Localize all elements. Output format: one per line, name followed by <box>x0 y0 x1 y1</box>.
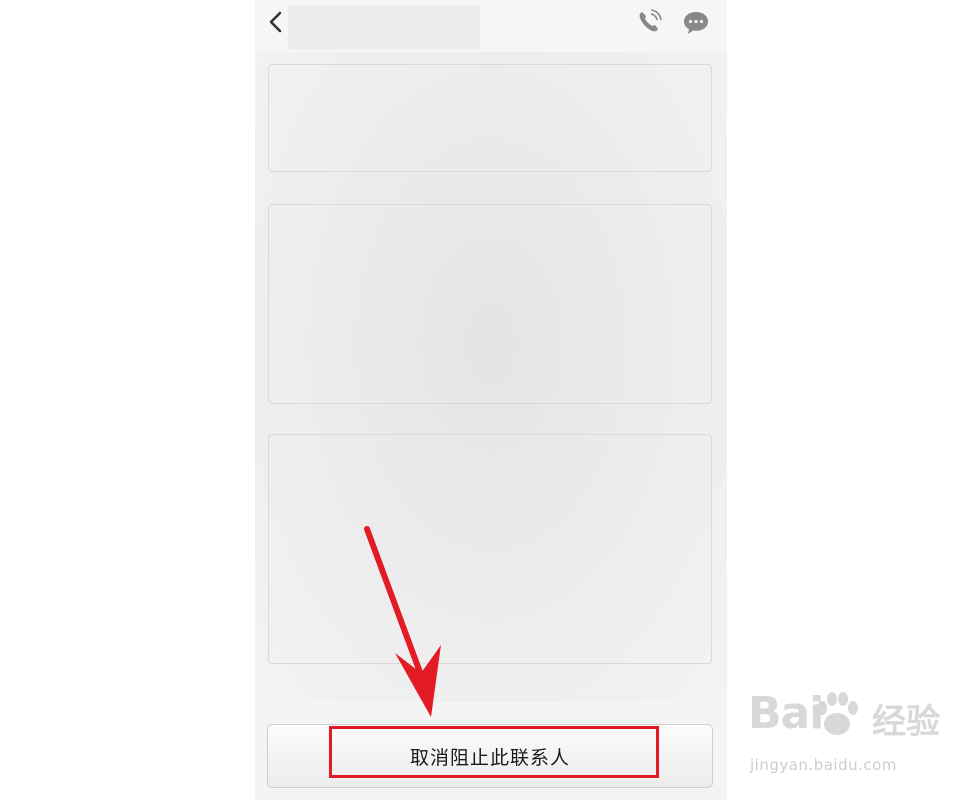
baidu-jingyan-watermark: Bai 经验 jingyan.baidu.com <box>748 688 978 798</box>
info-card <box>268 434 712 664</box>
annotation-arrow-icon <box>364 526 441 717</box>
annotation-highlight-box <box>329 726 659 778</box>
top-bar <box>255 0 727 53</box>
chat-bubble-icon[interactable] <box>681 8 711 38</box>
contact-detail-area <box>255 52 727 702</box>
chevron-left-icon[interactable] <box>265 10 287 34</box>
info-card <box>268 204 712 404</box>
phone-screen: 取消阻止此联系人 <box>255 0 727 800</box>
watermark-url: jingyan.baidu.com <box>750 756 897 774</box>
paw-icon <box>817 692 858 735</box>
phone-call-icon[interactable] <box>635 8 663 36</box>
info-card <box>268 64 712 172</box>
contact-title-area <box>288 5 480 49</box>
watermark-jingyan-text: 经验 <box>872 702 940 742</box>
